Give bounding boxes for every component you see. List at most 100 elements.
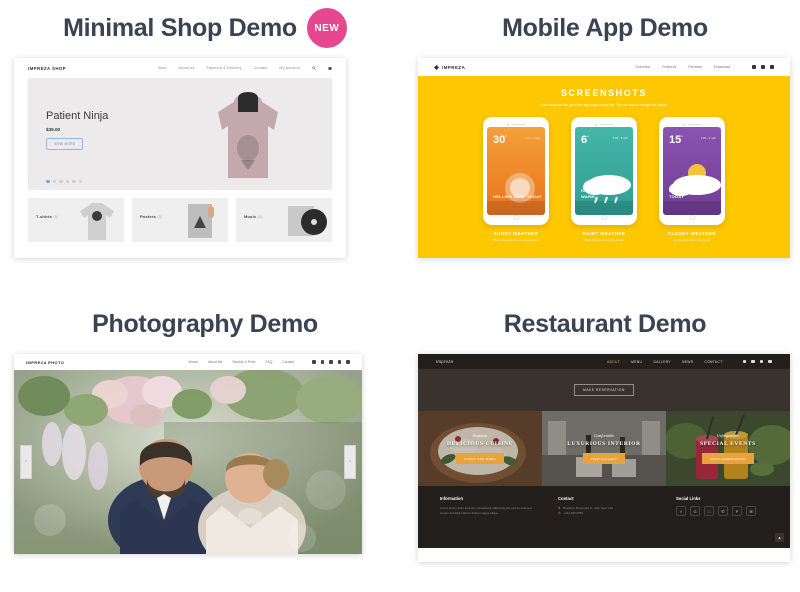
home-button-icon[interactable] xyxy=(689,215,695,220)
phone-icon[interactable]: ✆ xyxy=(718,506,728,516)
app-caption-row: SUNNY WEATHER When the weather sunny bac… xyxy=(418,231,790,243)
restaurant-hero: MAKE RESERVATION xyxy=(418,369,790,411)
events-card-content: Unforgettable SPECIAL EVENTS MAKE RESERV… xyxy=(666,411,790,486)
wedding-photo xyxy=(14,370,362,554)
app-nav-item-features[interactable]: Features xyxy=(662,65,676,69)
instagram-icon[interactable]: □ xyxy=(704,506,714,516)
interior-card-content: Comfortable LUXURIOUS INTERIOR VIEW GALL… xyxy=(542,411,666,486)
demo-card-shop[interactable]: Minimal Shop Demo NEW IMPREZA SHOP Shop … xyxy=(0,0,410,296)
photo-nav-item-about[interactable]: About Me xyxy=(208,360,223,364)
photo-hero-slider[interactable]: ‹ › xyxy=(14,370,362,554)
category-name: Posters xyxy=(140,214,157,219)
pinterest-icon[interactable] xyxy=(337,360,342,364)
slider-dot[interactable] xyxy=(52,179,56,183)
behance-icon[interactable] xyxy=(346,360,350,364)
facebook-icon[interactable] xyxy=(742,359,747,364)
shop-view-more-button[interactable]: VIEW MORE xyxy=(46,138,84,150)
rest-nav-item-news[interactable]: NEWS xyxy=(682,360,693,364)
scroll-to-top-button[interactable]: ▲ xyxy=(775,533,784,542)
restaurant-social-icons[interactable] xyxy=(742,359,772,364)
shop-slider-dots[interactable] xyxy=(46,179,82,183)
twitter-icon[interactable] xyxy=(761,65,765,69)
feature-card-events[interactable]: Unforgettable SPECIAL EVENTS MAKE RESERV… xyxy=(666,411,790,486)
caption-desc: And it looks warm, but clouds xyxy=(673,238,711,242)
photography-preview-frame[interactable]: IMPREZA PHOTO Works About Me Service & P… xyxy=(14,354,362,554)
feature-card-interior[interactable]: Comfortable LUXURIOUS INTERIOR VIEW GALL… xyxy=(542,411,666,486)
photo-navbar: IMPREZA PHOTO Works About Me Service & P… xyxy=(14,354,362,370)
view-gallery-button[interactable]: VIEW GALLERY xyxy=(582,453,626,465)
feature-card-cuisine[interactable]: Exquisite DELICIOUS CUISINE CHECK OUR ME… xyxy=(418,411,542,486)
instagram-icon[interactable] xyxy=(770,65,774,69)
mail-icon[interactable]: ✉ xyxy=(746,506,756,516)
make-reservation-card-button[interactable]: MAKE RESERVATION xyxy=(702,453,754,465)
photo-nav-item-faq[interactable]: FAQ xyxy=(266,360,273,364)
mail-icon[interactable] xyxy=(768,359,772,364)
rest-nav-item-about[interactable]: ABOUT xyxy=(607,360,620,364)
check-our-menu-button[interactable]: CHECK OUR MENU xyxy=(455,453,505,465)
phone-mockup-sunny[interactable]: 30° 7.1% ∙ 4 mph HELLISH HEAT TODAY xyxy=(483,117,549,225)
category-label: Music (4) xyxy=(244,214,262,219)
facebook-icon[interactable]: f xyxy=(676,506,686,516)
footer-social-buttons[interactable]: f G □ ✆ P ✉ xyxy=(676,506,768,516)
facebook-icon[interactable] xyxy=(752,65,756,69)
restaurant-nav-menu[interactable]: ABOUT MENU GALLERY NEWS CONTACT xyxy=(607,360,772,364)
google-plus-icon[interactable]: G xyxy=(690,506,700,516)
phone-mockup-cloudy[interactable]: 15° 3.2% ∙ 6 mph OH, IT'S CLOUDY TODAY xyxy=(659,117,725,225)
slider-prev-button[interactable]: ‹ xyxy=(20,445,32,479)
cart-icon[interactable] xyxy=(328,66,332,70)
linkedin-icon[interactable] xyxy=(320,360,325,364)
shop-nav-item-account[interactable]: My Account xyxy=(279,66,300,70)
home-button-icon[interactable] xyxy=(601,215,607,220)
app-screenshots-section: SCREENSHOTS Free demo for the gui of the… xyxy=(418,76,790,258)
demo-card-photography[interactable]: Photography Demo IMPREZA PHOTO Works Abo… xyxy=(0,296,410,592)
category-card-music[interactable]: Music (4) xyxy=(236,198,332,242)
search-icon[interactable] xyxy=(312,66,316,70)
demo-card-mobile-app[interactable]: Mobile App Demo IMPREZA Overview Feature… xyxy=(410,0,800,296)
phone-mockup-rainy[interactable]: 6° 5.3% ∙ 8 mph RAINY DAY KEEP WARM xyxy=(571,117,637,225)
slider-dot[interactable] xyxy=(59,179,63,183)
photo-social-icons[interactable] xyxy=(312,360,350,364)
mobile-preview-frame[interactable]: IMPREZA Overview Features Reviews Downlo… xyxy=(418,58,790,258)
rest-nav-item-menu[interactable]: MENU xyxy=(631,360,642,364)
slider-dot[interactable] xyxy=(72,179,76,183)
shop-nav-item-about[interactable]: About us xyxy=(179,66,195,70)
pinterest-icon[interactable]: P xyxy=(732,506,742,516)
phone-temperature: 15° xyxy=(669,134,683,146)
instagram-icon[interactable] xyxy=(751,359,755,364)
slider-dot[interactable] xyxy=(65,179,69,183)
shop-hero-slider[interactable]: Patient Ninja $39.00 VIEW MORE xyxy=(28,78,332,190)
slider-dot[interactable] xyxy=(46,179,50,183)
photo-nav-item-contact[interactable]: Contact xyxy=(282,360,294,364)
app-navbar: IMPREZA Overview Features Reviews Downlo… xyxy=(418,58,790,76)
footer-column-information: Information Lorem ipsum dolor sit amet, … xyxy=(440,496,532,538)
photo-nav-menu[interactable]: Works About Me Service & Price FAQ Conta… xyxy=(188,360,350,364)
category-card-tshirts[interactable]: T-shirts (5) xyxy=(28,198,124,242)
app-nav-item-reviews[interactable]: Reviews xyxy=(688,65,702,69)
phone-mockups: 30° 7.1% ∙ 4 mph HELLISH HEAT TODAY 6° 5… xyxy=(418,117,790,225)
app-nav-item-download[interactable]: Download xyxy=(714,65,730,69)
app-nav-item-overview[interactable]: Overview xyxy=(635,65,650,69)
instagram-icon[interactable] xyxy=(329,360,333,364)
slider-next-button[interactable]: › xyxy=(344,445,356,479)
demo-card-restaurant[interactable]: Restaurant Demo Impreza ABOUT MENU GALLE… xyxy=(410,296,800,592)
restaurant-preview-frame[interactable]: Impreza ABOUT MENU GALLERY NEWS CONTACT xyxy=(418,354,790,562)
make-reservation-button[interactable]: MAKE RESERVATION xyxy=(574,384,634,396)
facebook-icon[interactable] xyxy=(312,360,316,364)
photo-nav-item-works[interactable]: Works xyxy=(188,360,198,364)
rest-nav-item-gallery[interactable]: GALLERY xyxy=(653,360,671,364)
shop-nav-item-contact[interactable]: Contact xyxy=(254,66,268,70)
rest-nav-item-contact[interactable]: CONTACT xyxy=(704,360,722,364)
category-card-posters[interactable]: Posters (3) xyxy=(132,198,228,242)
pinterest-icon[interactable] xyxy=(759,359,764,364)
app-social-icons[interactable] xyxy=(752,65,774,69)
shop-nav-item-payment[interactable]: Payment & Delivery xyxy=(206,66,241,70)
shop-logo: IMPREZA SHOP xyxy=(28,65,67,71)
photo-nav-item-service[interactable]: Service & Price xyxy=(232,360,255,364)
app-nav-menu[interactable]: Overview Features Reviews Download xyxy=(635,65,774,69)
shop-preview-frame[interactable]: IMPREZA SHOP Shop About us Payment & Del… xyxy=(14,58,346,258)
slider-dot[interactable] xyxy=(78,179,82,183)
home-button-icon[interactable] xyxy=(513,215,519,220)
camera-icon xyxy=(682,123,685,126)
shop-nav-item-shop[interactable]: Shop xyxy=(157,66,166,70)
shop-nav-menu[interactable]: Shop About us Payment & Delivery Contact… xyxy=(157,66,332,70)
